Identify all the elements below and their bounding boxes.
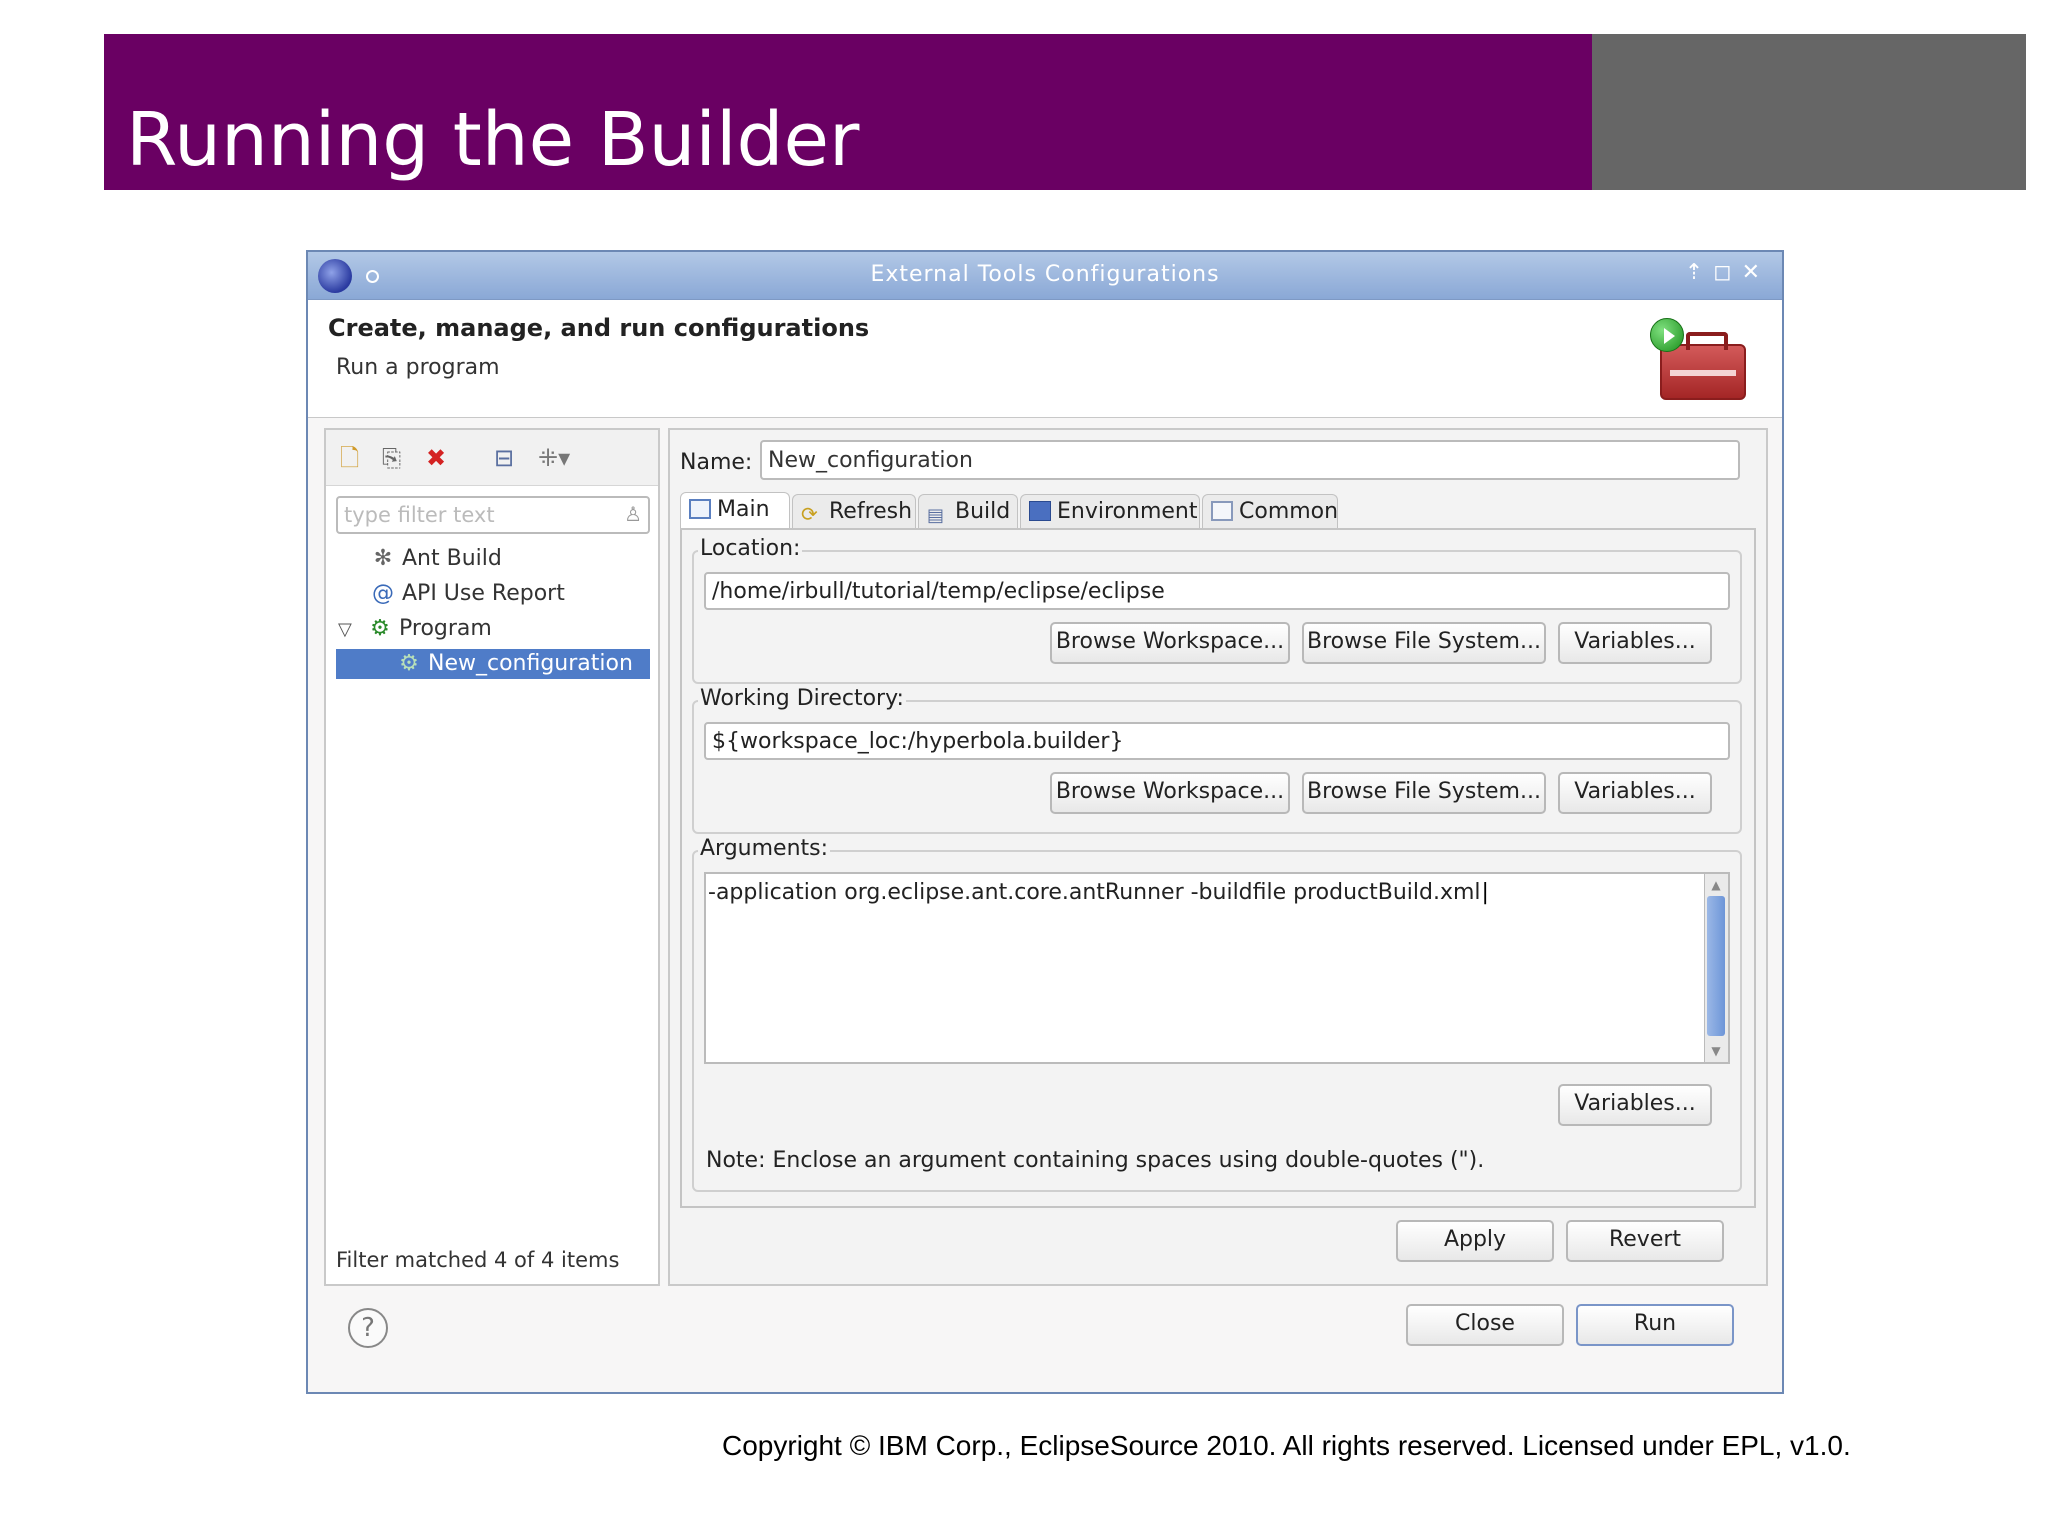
- toolbox-icon: [1660, 332, 1746, 400]
- configuration-editor-panel: Name: New_configuration Main ⟳ Refresh ▤ B…: [668, 428, 1768, 1286]
- apply-button[interactable]: Apply: [1396, 1220, 1554, 1262]
- tree-item-label: Program: [399, 616, 492, 641]
- name-label: Name:: [680, 450, 753, 475]
- window-controls[interactable]: ⇡◻✕: [1685, 260, 1770, 285]
- location-label: Location:: [698, 536, 803, 561]
- tree-item-label: Ant Build: [402, 546, 502, 571]
- dialog-title: External Tools Configurations: [870, 262, 1220, 287]
- location-input[interactable]: /home/irbull/tutorial/temp/eclipse/eclip…: [704, 572, 1730, 610]
- wd-browse-file-system-button[interactable]: Browse File System...: [1302, 772, 1546, 814]
- filter-icon[interactable]: ⁜▾: [538, 444, 570, 472]
- arguments-label: Arguments:: [698, 836, 831, 861]
- configuration-list-panel: 🗋 ⎘ ✖ ⊟ ⁜▾ type filter text ♙ ✻ Ant Build…: [324, 428, 660, 1286]
- filter-placeholder: type filter text: [344, 503, 495, 527]
- maximize-icon[interactable]: ◻: [1713, 260, 1741, 285]
- minimize-icon[interactable]: ⇡: [1685, 260, 1713, 285]
- tab-main[interactable]: Main: [680, 492, 790, 530]
- main-tab-icon: [689, 499, 711, 519]
- copyright-text: Copyright © IBM Corp., EclipseSource 201…: [722, 1430, 1851, 1461]
- working-directory-label: Working Directory:: [698, 686, 906, 711]
- close-button[interactable]: Close: [1406, 1304, 1564, 1346]
- working-directory-group: Working Directory: ${workspace_loc:/hype…: [692, 686, 1742, 834]
- scroll-down-icon[interactable]: ▼: [1707, 1042, 1725, 1060]
- arguments-scrollbar[interactable]: ▲ ▼: [1704, 874, 1728, 1062]
- location-group: Location: /home/irbull/tutorial/temp/ecl…: [692, 536, 1742, 684]
- header-title: Create, manage, and run configurations: [328, 314, 870, 342]
- external-tools-dialog: External Tools Configurations ⇡◻✕ Create…: [306, 250, 1784, 1394]
- tree-item-label: API Use Report: [402, 581, 565, 606]
- tree-item-api-use-report[interactable]: @ API Use Report: [370, 579, 565, 609]
- collapse-all-icon[interactable]: ⊟: [494, 444, 514, 472]
- wd-browse-workspace-button[interactable]: Browse Workspace...: [1050, 772, 1290, 814]
- build-icon: ▤: [927, 505, 945, 526]
- tab-label: Refresh: [829, 499, 913, 524]
- arguments-variables-button[interactable]: Variables...: [1558, 1084, 1712, 1126]
- program-icon: ⚙: [370, 616, 390, 641]
- api-report-icon: @: [372, 581, 394, 606]
- tab-label: Environment: [1057, 499, 1198, 524]
- slide-title: Running the Builder: [126, 97, 860, 183]
- slide-header-gray-block: [1592, 34, 2026, 190]
- filter-input[interactable]: type filter text ♙: [336, 496, 650, 534]
- name-input[interactable]: New_configuration: [760, 440, 1740, 480]
- tab-label: Common: [1239, 499, 1339, 524]
- config-toolbar: 🗋 ⎘ ✖ ⊟ ⁜▾: [326, 430, 658, 486]
- wd-variables-button[interactable]: Variables...: [1558, 772, 1712, 814]
- common-icon: [1211, 501, 1233, 521]
- tab-build[interactable]: ▤ Build: [918, 494, 1018, 528]
- environment-icon: [1029, 501, 1051, 521]
- refresh-icon: ⟳: [801, 502, 818, 526]
- arguments-text: -application org.eclipse.ant.core.antRun…: [708, 880, 1489, 905]
- dialog-titlebar: External Tools Configurations ⇡◻✕: [308, 252, 1782, 300]
- help-icon[interactable]: ?: [348, 1308, 388, 1348]
- tab-refresh[interactable]: ⟳ Refresh: [792, 494, 916, 528]
- tab-label: Main: [717, 497, 770, 522]
- tab-common[interactable]: Common: [1202, 494, 1338, 528]
- main-tab-content: Location: /home/irbull/tutorial/temp/ecl…: [680, 528, 1756, 1208]
- tree-item-label: New_configuration: [428, 651, 633, 676]
- delete-icon[interactable]: ✖: [426, 444, 446, 472]
- dialog-header: Create, manage, and run configurations R…: [308, 300, 1782, 418]
- location-browse-workspace-button[interactable]: Browse Workspace...: [1050, 622, 1290, 664]
- tree-item-program[interactable]: ▽ ⚙ Program: [338, 614, 492, 644]
- config-icon: ⚙: [399, 651, 419, 676]
- tab-environment[interactable]: Environment: [1020, 494, 1200, 528]
- run-button[interactable]: Run: [1576, 1304, 1734, 1346]
- tree-item-ant-build[interactable]: ✻ Ant Build: [370, 544, 502, 574]
- header-subtitle: Run a program: [336, 355, 500, 380]
- new-config-icon[interactable]: 🗋: [340, 444, 359, 472]
- ant-build-icon: ✻: [373, 546, 393, 571]
- run-badge-icon: [1650, 318, 1684, 352]
- close-icon[interactable]: ✕: [1742, 260, 1770, 285]
- duplicate-icon[interactable]: ⎘: [382, 444, 401, 472]
- clear-filter-icon[interactable]: ♙: [624, 502, 642, 526]
- tab-label: Build: [955, 499, 1011, 524]
- config-tabs: Main ⟳ Refresh ▤ Build Environment Common: [680, 492, 1756, 530]
- expand-toggle-icon[interactable]: ▽: [338, 615, 360, 645]
- arguments-note: Note: Enclose an argument containing spa…: [706, 1148, 1485, 1173]
- scroll-thumb[interactable]: [1707, 896, 1725, 1036]
- arguments-textarea[interactable]: -application org.eclipse.ant.core.antRun…: [704, 872, 1730, 1064]
- arguments-group: Arguments: -application org.eclipse.ant.…: [692, 836, 1742, 1192]
- scroll-up-icon[interactable]: ▲: [1707, 876, 1725, 894]
- working-directory-input[interactable]: ${workspace_loc:/hyperbola.builder}: [704, 722, 1730, 760]
- tree-item-new-configuration[interactable]: ⚙ New_configuration: [336, 649, 650, 679]
- revert-button[interactable]: Revert: [1566, 1220, 1724, 1262]
- location-browse-file-system-button[interactable]: Browse File System...: [1302, 622, 1546, 664]
- location-variables-button[interactable]: Variables...: [1558, 622, 1712, 664]
- filter-status: Filter matched 4 of 4 items: [336, 1248, 620, 1272]
